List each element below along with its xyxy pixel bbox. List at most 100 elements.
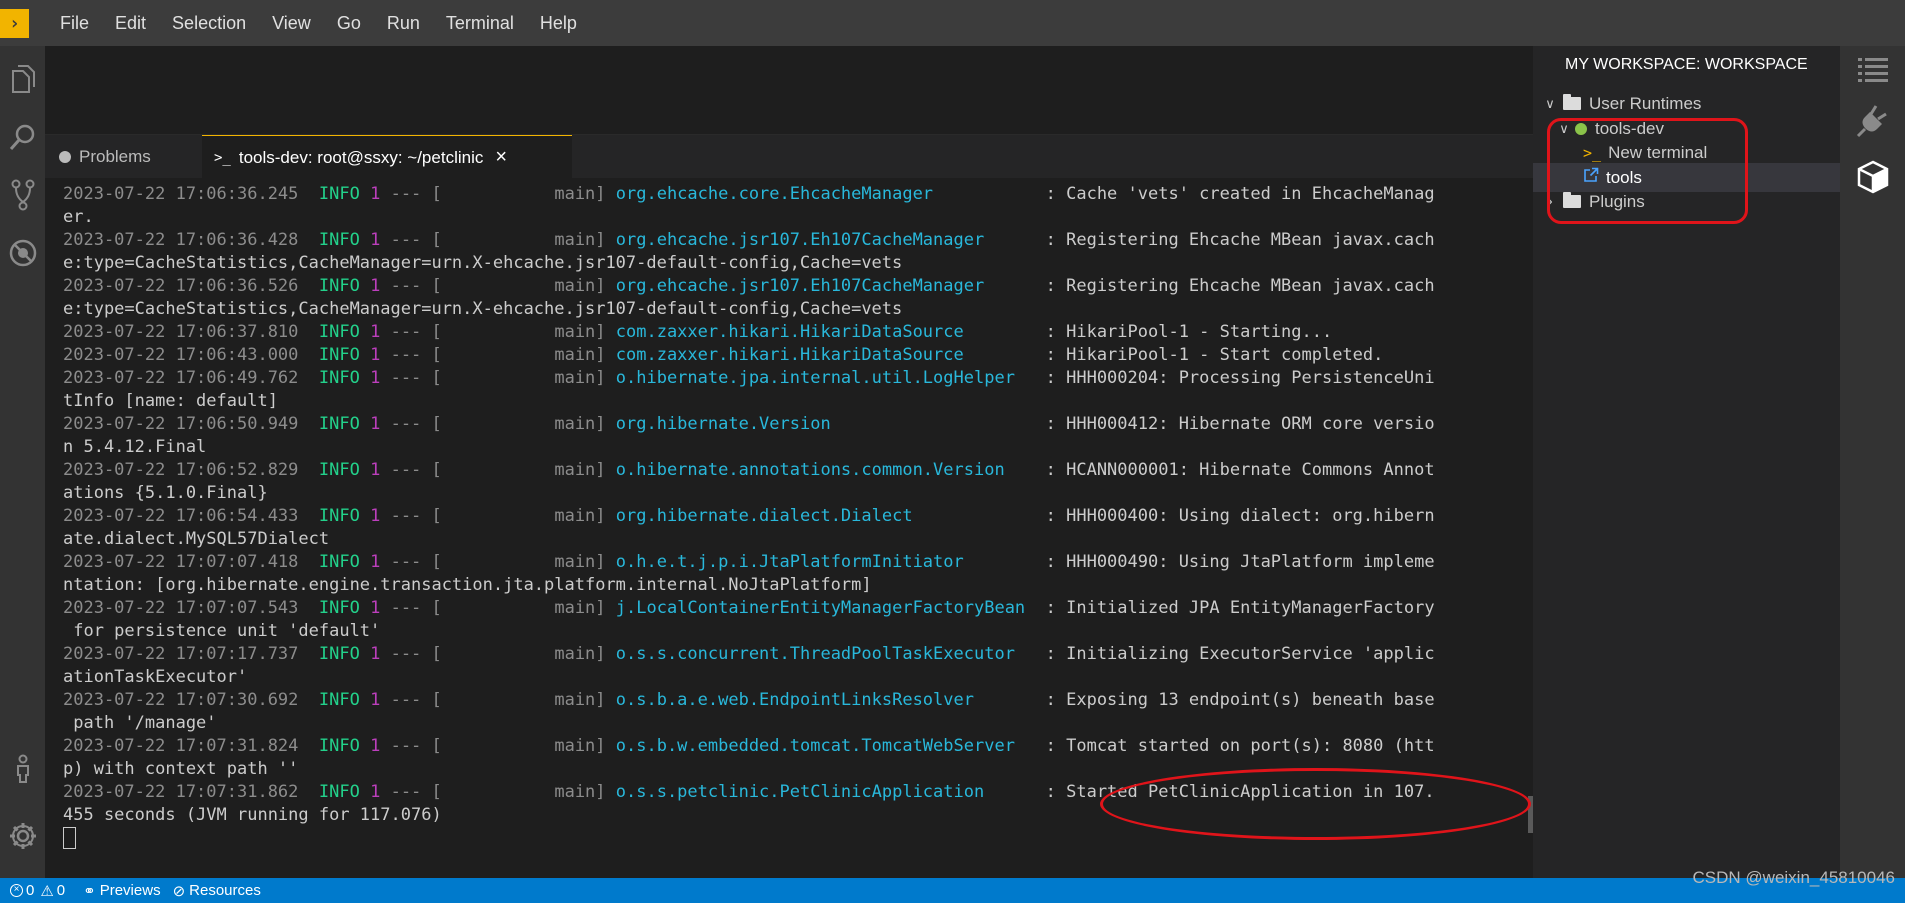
explorer-title: MY WORKSPACE: WORKSPACE — [1565, 56, 1808, 73]
warning-count: 0 — [56, 882, 66, 899]
menu-view[interactable]: View — [259, 0, 324, 46]
terminal-segment: 2023-07-22 17:06:36.428 — [63, 230, 299, 250]
terminal-segment: INFO — [318, 782, 360, 802]
terminal-segment: o.s.s.concurrent.ThreadPoolTaskExecutor — [615, 644, 1036, 664]
terminal-segment: 2023-07-22 17:07:30.692 — [63, 690, 299, 710]
terminal-segment — [360, 598, 370, 618]
terminal-segment: : Registering Ehcache MBean javax.cach — [1035, 276, 1435, 296]
terminal-segment: --- [ — [380, 782, 555, 802]
explorer-icon[interactable] — [4, 60, 41, 97]
terminal-segment: 1 — [370, 460, 381, 480]
terminal-segment: 1 — [370, 345, 381, 365]
chevron-down-icon: ∨ — [1545, 95, 1555, 111]
terminal-segment: 2023-07-22 17:06:36.245 — [63, 184, 299, 204]
terminal-segment: : Cache 'vets' created in EhcacheManag — [1035, 184, 1435, 204]
terminal-segment: 2023-07-22 17:07:31.862 — [63, 782, 299, 802]
menu-terminal[interactable]: Terminal — [433, 0, 527, 46]
terminal-segment: INFO — [318, 276, 360, 296]
terminal-segment: main] — [554, 552, 616, 572]
terminal-segment: n 5.4.12.Final — [63, 437, 207, 457]
terminal-segment: org.ehcache.jsr107.Eh107CacheManager — [615, 276, 1036, 296]
terminal-segment: path '/manage' — [63, 713, 217, 733]
terminal-segment: main] — [554, 276, 616, 296]
terminal-segment — [360, 276, 370, 296]
tab-terminal[interactable]: >_ tools-dev: root@ssxy: ~/petclinic × — [202, 135, 572, 179]
menu-help[interactable]: Help — [527, 0, 590, 46]
terminal-segment: o.s.b.w.embedded.tomcat.TomcatWebServer — [615, 736, 1036, 756]
terminal-line: 2023-07-22 17:06:36.245 INFO 1 --- [ mai… — [63, 183, 1435, 206]
terminal-line: 2023-07-22 17:07:07.543 INFO 1 --- [ mai… — [63, 597, 1435, 620]
menu-run[interactable]: Run — [374, 0, 433, 46]
terminal-segment — [298, 460, 318, 480]
previews-status[interactable]: ⚭ Previews — [83, 882, 160, 900]
terminal-line: 2023-07-22 17:06:54.433 INFO 1 --- [ mai… — [63, 505, 1435, 528]
terminal-segment: e:type=CacheStatistics,CacheManager=urn.… — [63, 299, 903, 319]
terminal-segment: 1 — [370, 644, 381, 664]
settings-icon[interactable] — [4, 817, 41, 854]
terminal-segment: org.hibernate.Version — [615, 414, 1036, 434]
terminal-line: 2023-07-22 17:06:36.428 INFO 1 --- [ mai… — [63, 229, 1435, 252]
terminal-segment: 1 — [370, 736, 381, 756]
terminal-line: 2023-07-22 17:07:30.692 INFO 1 --- [ mai… — [63, 689, 1435, 712]
terminal-segment: main] — [554, 414, 616, 434]
terminal-segment: --- [ — [380, 690, 555, 710]
terminal-segment — [298, 782, 318, 802]
terminal-cursor — [63, 827, 76, 849]
terminal-segment — [360, 460, 370, 480]
terminal-segment: 1 — [370, 598, 381, 618]
terminal-segment: INFO — [318, 184, 360, 204]
menu-go[interactable]: Go — [324, 0, 374, 46]
terminal-segment — [360, 736, 370, 756]
terminal-segment: main] — [554, 598, 616, 618]
info-circle-icon — [59, 150, 71, 163]
search-icon[interactable] — [4, 118, 41, 155]
blocked-icon: ⊘ — [172, 882, 186, 900]
close-icon[interactable]: × — [495, 146, 507, 169]
terminal-segment: 1 — [370, 368, 381, 388]
tab-problems[interactable]: Problems — [59, 135, 209, 178]
resources-status[interactable]: ⊘ Resources — [173, 882, 261, 900]
terminal-segment: ations {5.1.0.Final} — [63, 483, 268, 503]
terminal-segment: : Tomcat started on port(s): 8080 (htt — [1035, 736, 1435, 756]
outline-icon[interactable] — [1854, 50, 1891, 87]
terminal-segment — [298, 368, 318, 388]
terminal-segment: 455 seconds (JVM running for 117.076) — [63, 805, 442, 825]
tree-item-label: User Runtimes — [1589, 93, 1702, 113]
terminal-segment: main] — [554, 184, 616, 204]
terminal-segment: 2023-07-22 17:07:07.543 — [63, 598, 299, 618]
terminal-segment: --- [ — [380, 506, 555, 526]
workspace-box-icon[interactable] — [1854, 158, 1891, 195]
terminal-segment: main] — [554, 460, 616, 480]
terminal-segment: ate.dialect.MySQL57Dialect — [63, 529, 330, 549]
terminal-line: 2023-07-22 17:07:17.737 INFO 1 --- [ mai… — [63, 643, 1435, 666]
menu-edit[interactable]: Edit — [102, 0, 159, 46]
problems-status[interactable]: × 0 ⚠ 0 — [10, 882, 65, 900]
source-control-icon[interactable] — [4, 176, 41, 213]
terminal-segment: : Exposing 13 endpoint(s) beneath base — [1035, 690, 1435, 710]
terminal-segment: 2023-07-22 17:06:43.000 — [63, 345, 299, 365]
link-icon: ⚭ — [83, 882, 96, 900]
annotation-circle-started-message — [1100, 768, 1531, 840]
terminal-line: 2023-07-22 17:06:52.829 INFO 1 --- [ mai… — [63, 459, 1435, 482]
terminal-segment: : Initialized JPA EntityManagerFactory — [1035, 598, 1435, 618]
plugin-icon[interactable] — [1854, 102, 1891, 139]
terminal-segment: : HCANN000001: Hibernate Commons Annot — [1035, 460, 1435, 480]
terminal-segment — [360, 322, 370, 342]
terminal-segment: main] — [554, 690, 616, 710]
menu-file[interactable]: File — [47, 0, 102, 46]
terminal-segment: : HikariPool-1 - Starting... — [1035, 322, 1333, 342]
terminal-segment: ationTaskExecutor' — [63, 667, 248, 687]
terminal-line: 2023-07-22 17:06:49.762 INFO 1 --- [ mai… — [63, 367, 1435, 390]
terminal-line: 2023-07-22 17:06:37.810 INFO 1 --- [ mai… — [63, 321, 1435, 344]
debug-icon[interactable] — [4, 234, 41, 271]
folder-icon — [1563, 94, 1581, 110]
terminal-output: 2023-07-22 17:06:36.245 INFO 1 --- [ mai… — [63, 183, 1435, 850]
terminal-segment: INFO — [318, 368, 360, 388]
account-icon[interactable] — [4, 750, 41, 787]
previews-label: Previews — [99, 882, 161, 899]
terminal-segment: 1 — [370, 690, 381, 710]
menu-selection[interactable]: Selection — [159, 0, 259, 46]
terminal-segment — [298, 230, 318, 250]
terminal-segment: 1 — [370, 782, 381, 802]
app-logo-icon[interactable]: › — [0, 8, 29, 38]
